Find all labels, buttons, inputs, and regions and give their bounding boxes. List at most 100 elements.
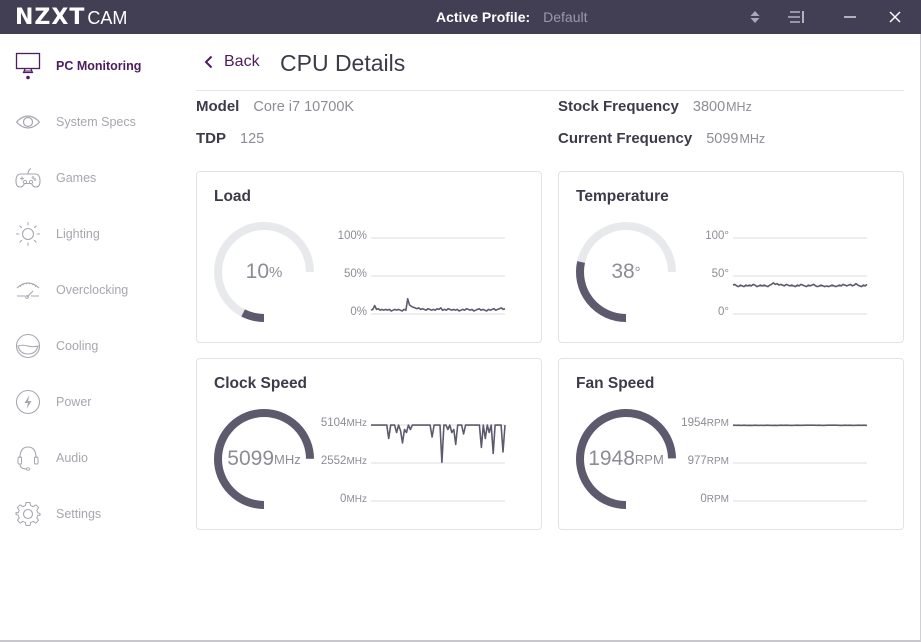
gauge-readout: 10% [212, 220, 316, 324]
y-tick-min: 0° [718, 306, 729, 318]
lightning-icon [14, 388, 42, 416]
gauge-readout: 5099 MHz [212, 407, 316, 511]
gauge-value: 5099 [227, 447, 274, 470]
tick-value: 1954 [681, 417, 707, 429]
monitor-icon [14, 52, 42, 80]
active-profile[interactable]: Active Profile: Default [436, 9, 588, 25]
tick-unit: RPM [706, 418, 729, 429]
card-fan-speed: Fan Speed 1948 RPM 1954RPM 977RPM 0RPM [558, 358, 904, 530]
gauge-value: 1948 [588, 447, 635, 470]
profile-switch-icon [750, 11, 760, 23]
spec-stock-frequency-value: 3800 [692, 99, 726, 115]
tick-unit: RPM [706, 456, 729, 467]
y-tick-min: 0% [350, 306, 367, 318]
title-bar: NZXT CAM Active Profile: Default [0, 0, 921, 34]
tick-value: 977 [687, 455, 707, 467]
headset-icon [14, 444, 42, 472]
sidebar-item-label: Power [56, 395, 92, 409]
sidebar-item-power[interactable]: Power [0, 382, 180, 422]
back-label: Back [224, 53, 260, 70]
minimize-button[interactable] [835, 0, 865, 34]
gamepad-icon [14, 164, 42, 192]
spec-model: Model Core i7 10700K [196, 98, 354, 115]
gauge-unit: MHz [274, 451, 301, 467]
y-tick-max: 100° [705, 230, 729, 242]
series-line [732, 281, 868, 288]
sidebar-item-cooling[interactable]: Cooling [0, 326, 180, 366]
sidebar-item-games[interactable]: Games [0, 158, 180, 198]
tick-unit: ° [724, 230, 729, 242]
card-load: Load 10% 100% 50% 0% [196, 171, 542, 343]
tick-value: 2552 [320, 455, 347, 467]
card-clock-speed: Clock Speed 5099 MHz 5104MHz 2552MHz 0MHz [196, 358, 542, 530]
close-button[interactable] [880, 0, 910, 34]
sidebar-item-label: PC Monitoring [56, 59, 142, 73]
sidebar-item-system-specs[interactable]: System Specs [0, 102, 180, 142]
gauge-unit: % [269, 263, 283, 281]
y-tick-max: 100% [338, 230, 367, 242]
tick-unit: MHz [346, 456, 367, 467]
sun-icon [14, 220, 42, 248]
y-tick-min: 0RPM [700, 493, 729, 505]
close-icon [889, 11, 901, 23]
sidebar-item-label: System Specs [56, 115, 136, 129]
gauge-unit: ° [634, 263, 641, 281]
logo-brand: NZXT [15, 5, 86, 30]
tick-value: 50 [343, 268, 357, 280]
nzxt-cam-window: NZXT CAM Active Profile: Default PC Moni… [0, 0, 921, 642]
gauge-unit: RPM [634, 451, 664, 467]
menu-button[interactable] [781, 0, 811, 34]
spec-model-label: Model [196, 98, 240, 115]
card-title: Clock Speed [214, 375, 308, 392]
tick-unit: % [356, 306, 367, 318]
sidebar: PC Monitoring System Specs Games Lightin… [0, 34, 180, 640]
minimize-icon [844, 16, 856, 18]
back-button[interactable]: Back [204, 53, 260, 71]
y-tick-mid: 50% [344, 268, 367, 280]
series-line [370, 298, 506, 312]
spec-tdp-value: 125 [240, 131, 265, 147]
gauge-value: 10 [245, 260, 269, 283]
gauge-readout: 1948 RPM [574, 407, 678, 511]
active-profile-label: Active Profile: [436, 9, 531, 25]
spec-model-value: Core i7 10700K [253, 99, 355, 115]
card-title: Temperature [576, 188, 669, 205]
tick-unit: % [356, 268, 367, 280]
tick-unit: MHz [346, 494, 367, 505]
profile-switch-button[interactable] [740, 0, 770, 34]
spec-stock-frequency-unit: MHz [726, 100, 752, 114]
tick-unit: ° [724, 268, 729, 280]
tick-value: 100 [705, 230, 725, 242]
card-title: Load [214, 188, 252, 205]
card-title: Fan Speed [576, 375, 655, 392]
sidebar-item-overclocking[interactable]: Overclocking [0, 270, 180, 310]
sidebar-item-label: Settings [56, 507, 102, 521]
spec-stock-frequency-label: Stock Frequency [558, 98, 679, 115]
sidebar-item-label: Cooling [56, 339, 99, 353]
tick-unit: MHz [346, 418, 367, 429]
sidebar-item-settings[interactable]: Settings [0, 494, 180, 534]
y-tick-min: 0MHz [340, 493, 367, 505]
app-logo: NZXT CAM [15, 5, 128, 30]
logo-product: CAM [87, 8, 128, 28]
spec-current-frequency-unit: MHz [739, 132, 766, 146]
active-profile-value[interactable]: Default [543, 9, 587, 25]
cooling-icon [14, 332, 42, 360]
tick-unit: RPM [706, 494, 729, 505]
sidebar-item-pc-monitoring[interactable]: PC Monitoring [0, 46, 180, 86]
sidebar-item-label: Games [56, 171, 97, 185]
spec-current-frequency-label: Current Frequency [558, 130, 693, 147]
spec-stock-frequency: Stock Frequency 3800 MHz [558, 98, 752, 115]
sidebar-item-lighting[interactable]: Lighting [0, 214, 180, 254]
main-content: Back CPU Details Model Core i7 10700K TD… [180, 34, 921, 640]
y-tick-max: 1954RPM [681, 417, 729, 429]
sidebar-item-label: Audio [56, 451, 88, 465]
y-tick-max: 5104MHz [321, 417, 367, 429]
chevron-left-icon [204, 55, 213, 69]
sidebar-item-audio[interactable]: Audio [0, 438, 180, 478]
spec-tdp-label: TDP [196, 130, 226, 147]
gauge-value: 38 [611, 260, 635, 283]
eye-icon [14, 108, 42, 136]
series-line [371, 424, 506, 464]
header-divider [196, 90, 904, 91]
